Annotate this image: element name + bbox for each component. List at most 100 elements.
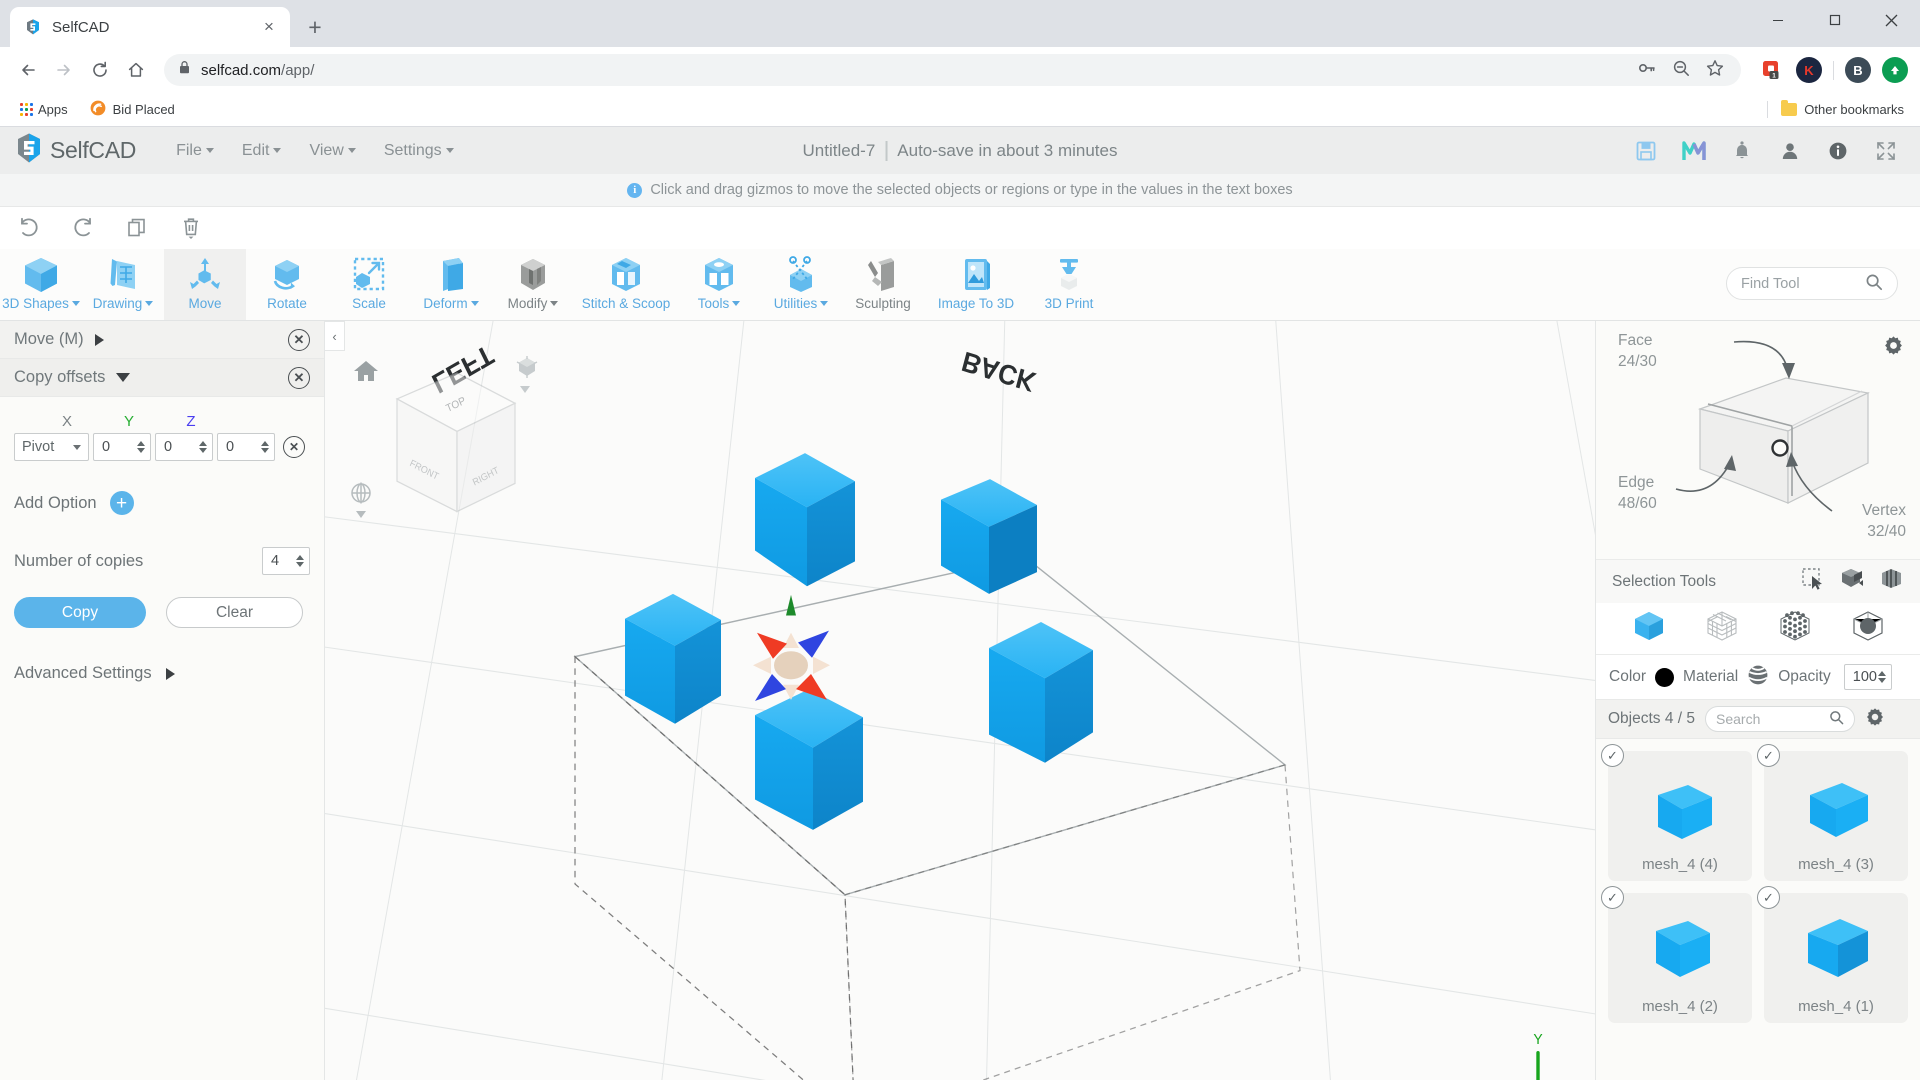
- vertex-mode-icon[interactable]: [1778, 610, 1812, 647]
- menu-file[interactable]: File: [162, 136, 228, 166]
- objects-search-input[interactable]: Search: [1705, 706, 1856, 732]
- ribbon-scale[interactable]: Scale: [328, 249, 410, 320]
- copy-offsets-header[interactable]: Copy offsets ✕: [0, 359, 324, 397]
- browser-tab[interactable]: SelfCAD ×: [10, 7, 290, 47]
- sphere-select-mode-icon[interactable]: [1851, 610, 1885, 647]
- menu-edit[interactable]: Edit: [228, 136, 296, 166]
- close-move-tool-button[interactable]: ✕: [288, 328, 310, 351]
- copy-button[interactable]: Copy: [14, 597, 146, 628]
- close-icon[interactable]: ×: [258, 16, 280, 38]
- object-card[interactable]: ✓ mesh_4 (2): [1601, 886, 1752, 1023]
- save-icon[interactable]: [1634, 139, 1658, 163]
- zoom-out-icon[interactable]: [1671, 58, 1691, 83]
- reload-icon[interactable]: [84, 54, 116, 86]
- stepper-arrows[interactable]: [296, 555, 307, 567]
- object-card[interactable]: ✓ mesh_4 (4): [1601, 744, 1752, 881]
- loop-select-icon[interactable]: [1879, 567, 1904, 596]
- expand-icon[interactable]: [94, 333, 104, 346]
- profile-avatar[interactable]: B: [1845, 57, 1871, 83]
- ribbon-rotate[interactable]: Rotate: [246, 249, 328, 320]
- ribbon-sculpting[interactable]: Sculpting: [842, 249, 924, 320]
- ribbon-move[interactable]: Move: [164, 249, 246, 320]
- redo-icon[interactable]: [70, 215, 96, 241]
- clear-button[interactable]: Clear: [166, 597, 303, 628]
- ribbon-modify[interactable]: Modify: [492, 249, 574, 320]
- opacity-input[interactable]: 100: [1843, 664, 1892, 690]
- home-icon[interactable]: [353, 359, 379, 388]
- expand-icon[interactable]: [165, 667, 175, 680]
- stepper-arrows[interactable]: [199, 441, 210, 453]
- password-key-icon[interactable]: [1637, 58, 1657, 83]
- offset-x-input[interactable]: 0: [93, 433, 151, 461]
- bookmark-star-icon[interactable]: [1705, 58, 1725, 83]
- ribbon-tools[interactable]: Tools: [678, 249, 760, 320]
- magic-m-icon[interactable]: [1682, 139, 1706, 163]
- clipboard-extension-icon[interactable]: 1: [1759, 57, 1785, 83]
- shape-mode-icon[interactable]: [515, 355, 539, 384]
- new-tab-button[interactable]: +: [298, 10, 332, 44]
- minimize-icon[interactable]: [1749, 0, 1806, 40]
- fullscreen-icon[interactable]: [1874, 139, 1898, 163]
- other-bookmarks-button[interactable]: Other bookmarks: [1767, 100, 1908, 118]
- 3d-viewport[interactable]: LEFT BACK TOP FRONT RIGHT Y ‹: [325, 321, 1595, 1080]
- number-of-copies-input[interactable]: 4: [262, 547, 310, 575]
- add-option-row[interactable]: Add Option +: [14, 491, 310, 515]
- delete-icon[interactable]: [178, 215, 204, 241]
- ribbon-drawing[interactable]: Drawing: [82, 249, 164, 320]
- ribbon-3d-print[interactable]: 3D Print: [1028, 249, 1110, 320]
- ribbon-image-to-3d[interactable]: Image To 3D: [924, 249, 1028, 320]
- home-icon[interactable]: [120, 54, 152, 86]
- collapse-icon[interactable]: [116, 373, 131, 382]
- check-icon[interactable]: ✓: [1757, 886, 1780, 909]
- objects-settings-gear-icon[interactable]: [1865, 707, 1885, 732]
- window-close-icon[interactable]: [1863, 0, 1920, 40]
- stepper-arrows[interactable]: [137, 441, 148, 453]
- forward-icon[interactable]: [48, 54, 80, 86]
- menu-view[interactable]: View: [295, 136, 369, 166]
- info-icon[interactable]: [1826, 139, 1850, 163]
- check-icon[interactable]: ✓: [1757, 744, 1780, 767]
- remove-offset-row-button[interactable]: ✕: [283, 436, 305, 458]
- perspective-toggle-icon[interactable]: [349, 481, 373, 510]
- update-extension-icon[interactable]: [1882, 57, 1908, 83]
- ribbon-utilities[interactable]: Utilities: [760, 249, 842, 320]
- plus-circle-icon[interactable]: +: [109, 491, 134, 515]
- undo-icon[interactable]: [16, 215, 42, 241]
- stepper-arrows[interactable]: [261, 441, 272, 453]
- ribbon-3d-shapes[interactable]: 3D Shapes: [0, 249, 82, 320]
- viewport-canvas[interactable]: LEFT BACK TOP FRONT RIGHT Y: [325, 321, 1595, 1080]
- find-tool-input[interactable]: Find Tool: [1726, 267, 1898, 300]
- apps-shortcut[interactable]: Apps: [12, 98, 76, 121]
- check-icon[interactable]: ✓: [1601, 744, 1624, 767]
- object-mode-icon[interactable]: [1632, 610, 1666, 647]
- notifications-bell-icon[interactable]: [1730, 139, 1754, 163]
- object-card[interactable]: ✓ mesh_4 (1): [1757, 886, 1908, 1023]
- close-copy-offsets-button[interactable]: ✕: [288, 366, 310, 389]
- pivot-mode-select[interactable]: Pivot: [14, 433, 89, 461]
- kaspersky-extension-icon[interactable]: K: [1796, 57, 1822, 83]
- ribbon-stitch-scoop[interactable]: Stitch & Scoop: [574, 249, 678, 320]
- bookmark-bid-placed[interactable]: Bid Placed: [82, 96, 183, 123]
- back-icon[interactable]: [12, 54, 44, 86]
- check-icon[interactable]: ✓: [1601, 886, 1624, 909]
- object-select-icon[interactable]: [1840, 567, 1865, 596]
- address-bar[interactable]: selfcad.com/app/: [164, 54, 1741, 86]
- wireframe-mode-icon[interactable]: [1705, 610, 1739, 647]
- offset-y-input[interactable]: 0: [155, 433, 213, 461]
- perspective-dropdown-caret[interactable]: [356, 511, 366, 518]
- ribbon-deform[interactable]: Deform: [410, 249, 492, 320]
- move-tool-header[interactable]: Move (M) ✕: [0, 321, 324, 359]
- object-card[interactable]: ✓ mesh_4 (3): [1757, 744, 1908, 881]
- stepper-arrows[interactable]: [1877, 671, 1889, 683]
- menu-settings[interactable]: Settings: [370, 136, 468, 166]
- duplicate-icon[interactable]: [124, 215, 150, 241]
- user-account-icon[interactable]: [1778, 139, 1802, 163]
- offset-z-input[interactable]: 0: [217, 433, 275, 461]
- rect-select-icon[interactable]: [1801, 567, 1826, 596]
- advanced-settings-row[interactable]: Advanced Settings: [14, 664, 310, 683]
- shape-dropdown-caret[interactable]: [520, 386, 530, 393]
- collapse-left-panel-button[interactable]: ‹: [325, 321, 345, 351]
- app-logo[interactable]: SelfCAD: [14, 132, 136, 169]
- maximize-icon[interactable]: [1806, 0, 1863, 40]
- color-swatch[interactable]: [1655, 667, 1675, 687]
